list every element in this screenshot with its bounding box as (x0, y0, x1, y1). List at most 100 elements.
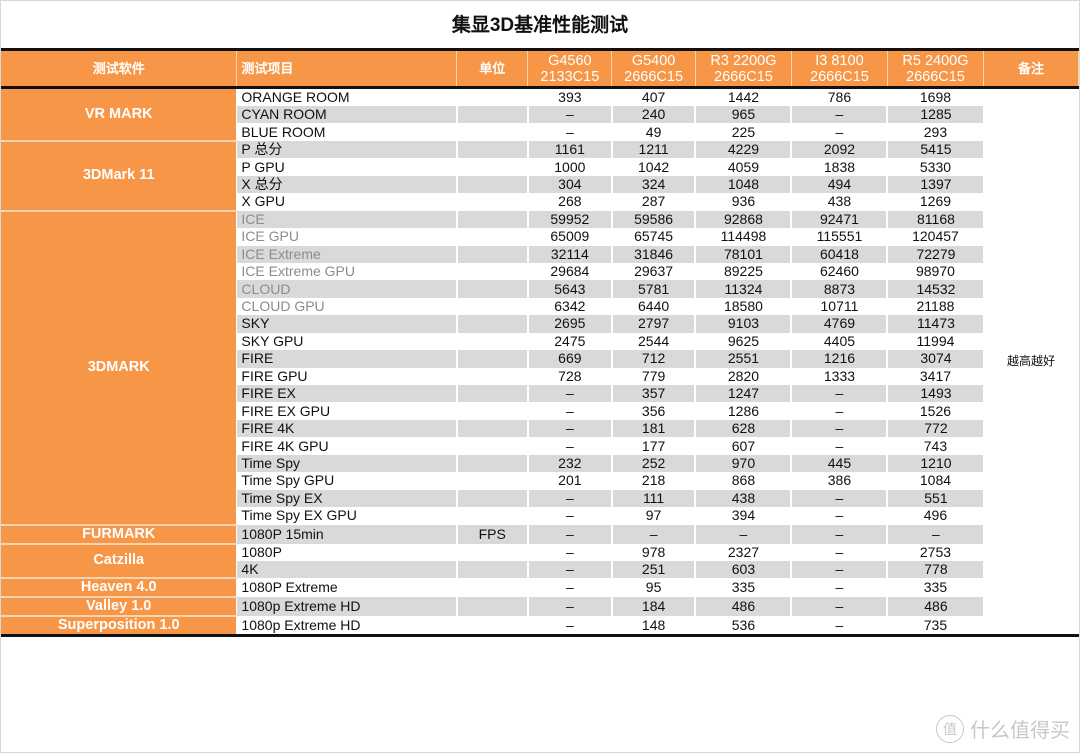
score-cell: 4059 (727, 158, 760, 175)
test-item-cell: 1080P 15min (236, 524, 457, 544)
unit-cell (455, 245, 528, 263)
score-cell: 728 (558, 367, 582, 384)
score-cell: 607 (731, 437, 756, 454)
score-cell: – (565, 123, 574, 140)
test-item-cell: ICE (236, 210, 457, 229)
test-item-cell: SKY (236, 315, 457, 333)
score-cell: 184 (610, 597, 696, 617)
score-cell: – (790, 106, 888, 124)
unit-cell (457, 228, 528, 245)
header-cpu: R5 2400G 2666C15 (887, 49, 984, 88)
score-cell: 1286 (727, 402, 760, 419)
score-cell: 2797 (610, 315, 696, 333)
score-cell: 293 (923, 123, 948, 140)
test-item-cell: CLOUD GPU (241, 298, 325, 315)
unit-cell (457, 123, 528, 140)
test-item-cell: ICE Extreme GPU (241, 263, 356, 280)
score-cell: 59952 (526, 210, 612, 229)
test-item-cell: 1080p Extreme HD (236, 597, 457, 617)
score-cell: 81168 (886, 210, 984, 229)
score-cell: 669 (526, 350, 612, 368)
unit-cell (455, 454, 528, 473)
unit-cell (455, 106, 528, 124)
score-cell: – (526, 106, 612, 124)
score-cell: 5330 (919, 158, 952, 175)
unit-cell (457, 544, 528, 561)
score-cell: – (790, 489, 888, 508)
unit-cell (455, 175, 528, 194)
score-cell: – (790, 597, 888, 617)
test-item-cell: FIRE EX (236, 385, 457, 403)
score-cell: 59586 (610, 210, 696, 229)
test-item-cell: CLOUD (236, 280, 457, 298)
software-cell: FURMARK (1, 524, 238, 545)
score-cell: – (790, 385, 888, 403)
unit-cell (457, 507, 528, 524)
test-item-cell: ICE GPU (241, 228, 299, 245)
score-cell: 1000 (554, 158, 586, 175)
score-cell: – (526, 489, 612, 508)
score-cell: – (526, 597, 612, 617)
test-item-cell: X GPU (241, 193, 285, 210)
score-cell: 252 (610, 454, 696, 473)
score-cell: 11324 (694, 280, 792, 298)
score-cell: 232 (526, 454, 612, 473)
score-cell: 251 (610, 560, 696, 579)
score-cell: 486 (694, 597, 792, 617)
unit-cell (455, 350, 528, 368)
table-row: VR MARK ORANGE ROOM 393 407 1442 786 1698 越高越好 (1, 87, 1079, 636)
score-cell: 1161 (526, 140, 612, 159)
unit-cell (457, 402, 528, 419)
score-cell: 386 (827, 472, 852, 489)
score-cell: – (565, 437, 574, 454)
score-cell: 1285 (886, 106, 984, 124)
table-row: FURMARK 1080P 15min FPS – – – – – (1, 524, 1079, 545)
score-cell: 628 (694, 419, 792, 438)
score-cell: 177 (641, 437, 666, 454)
unit-cell (457, 616, 528, 636)
test-item-cell: 4K (236, 560, 457, 579)
software-cell: 3DMark 11 (1, 140, 238, 212)
unit-cell (457, 193, 528, 210)
score-cell: 536 (731, 616, 756, 633)
score-cell: 603 (694, 560, 792, 579)
score-cell: 115551 (816, 228, 863, 245)
table-row: Valley 1.0 1080p Extreme HD –184 486–486 (1, 597, 1079, 618)
score-cell: 551 (886, 489, 984, 508)
score-cell: 1442 (727, 89, 760, 105)
unit-cell (457, 368, 528, 385)
score-cell: 1210 (886, 454, 984, 473)
unit-cell (457, 333, 528, 350)
software-cell: Heaven 4.0 (1, 578, 238, 599)
score-cell: 2820 (727, 367, 760, 384)
score-cell: 268 (558, 193, 582, 210)
score-cell: – (610, 524, 696, 544)
score-cell: 4405 (823, 332, 856, 349)
score-cell: 438 (827, 193, 852, 210)
score-cell: 936 (731, 193, 756, 210)
score-cell: 29684 (550, 263, 590, 280)
score-cell: 786 (827, 89, 852, 105)
score-cell: 407 (641, 89, 666, 105)
score-cell: 240 (610, 106, 696, 124)
test-item-cell: P 总分 (236, 140, 457, 159)
unit-cell (455, 280, 528, 298)
test-item-cell: FIRE 4K GPU (241, 437, 329, 454)
test-item-cell: FIRE GPU (241, 367, 308, 384)
unit-cell (455, 385, 528, 403)
score-cell: 8873 (790, 280, 888, 298)
score-cell: – (886, 524, 984, 544)
table-row: 3DMARK ICE 59952 59586 92868 92471 81168 (1, 210, 1079, 526)
unit-cell (455, 489, 528, 508)
score-cell: 62460 (819, 263, 859, 280)
score-cell: 89225 (723, 263, 763, 280)
score-cell: 735 (923, 616, 948, 633)
score-cell: 1269 (919, 193, 952, 210)
score-cell: 1526 (919, 402, 952, 419)
score-cell: 486 (886, 597, 984, 617)
test-item-cell: 1080P (241, 543, 282, 560)
test-item-cell: ORANGE ROOM (241, 89, 350, 105)
score-cell: 4769 (790, 315, 888, 333)
score-cell: 394 (731, 507, 756, 524)
test-item-cell: X 总分 (236, 175, 457, 194)
